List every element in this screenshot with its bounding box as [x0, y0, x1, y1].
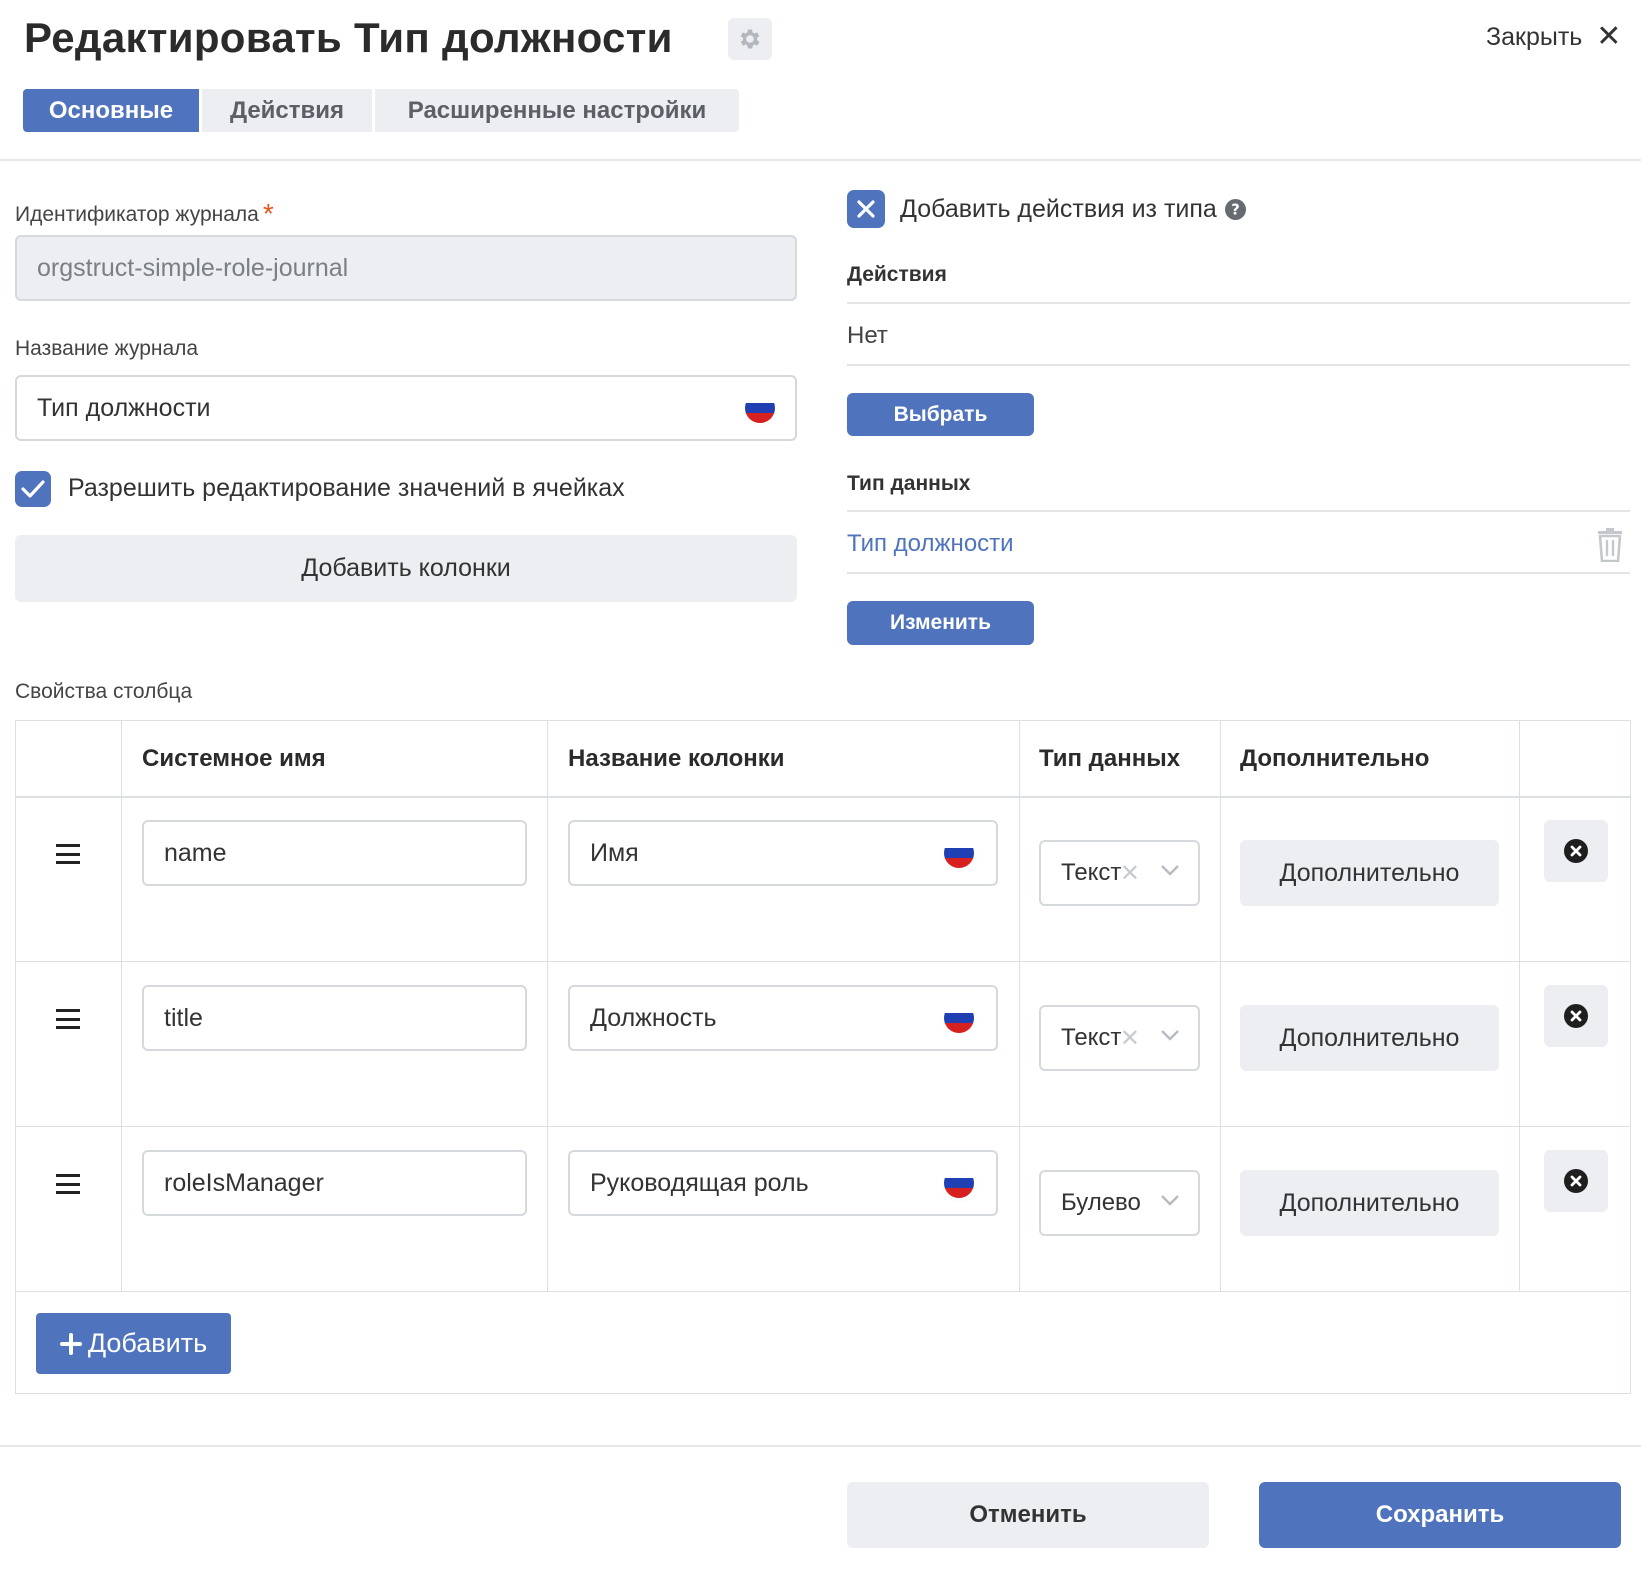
col-sep	[1519, 721, 1520, 1292]
tab-advanced-settings[interactable]: Расширенные настройки	[375, 89, 739, 132]
drag-handle-icon[interactable]	[56, 844, 80, 864]
help-icon[interactable]: ?	[1224, 199, 1246, 220]
column-properties-label: Свойства столбца	[15, 680, 193, 703]
header-data-type: Тип данных	[1039, 745, 1181, 772]
remove-row-button[interactable]	[1544, 1150, 1608, 1212]
close-button[interactable]: Закрыть ✕	[1486, 22, 1621, 52]
journal-id-label-text: Идентификатор журнала	[15, 203, 259, 226]
journal-name-value: Тип должности	[37, 393, 211, 422]
header-additional: Дополнительно	[1240, 745, 1430, 772]
trash-icon[interactable]	[1597, 528, 1623, 562]
system-name-input[interactable]: title	[142, 985, 527, 1051]
remove-row-button[interactable]	[1544, 820, 1608, 882]
data-type-top-line	[847, 510, 1630, 512]
row-sep	[16, 1291, 1630, 1292]
journal-name-field[interactable]: Тип должности	[15, 375, 797, 441]
drag-handle-icon[interactable]	[56, 1174, 80, 1194]
tab-main[interactable]: Основные	[23, 89, 199, 132]
tab-bar: Основные Действия Расширенные настройки	[23, 89, 739, 132]
column-name-input[interactable]: Имя	[568, 820, 998, 886]
tab-actions[interactable]: Действия	[202, 89, 372, 132]
close-icon: ✕	[1596, 20, 1622, 53]
remove-circle-icon	[1564, 1169, 1588, 1193]
data-type-bottom-line	[847, 572, 1630, 574]
allow-edit-checkbox[interactable]	[15, 471, 51, 507]
add-columns-button[interactable]: Добавить колонки	[15, 535, 797, 602]
row-sep	[16, 1126, 1630, 1127]
journal-id-value: orgstruct-simple-role-journal	[37, 253, 349, 282]
add-column-label: Добавить	[87, 1328, 208, 1358]
page-title: Редактировать Тип должности	[24, 14, 673, 61]
flag-ru-icon[interactable]	[745, 393, 775, 423]
column-name-input[interactable]: Должность	[568, 985, 998, 1051]
data-type-select[interactable]: Булево	[1039, 1170, 1200, 1236]
add-actions-from-type-checkbox[interactable]	[847, 190, 885, 228]
col-sep	[1019, 721, 1020, 1292]
remove-row-button[interactable]	[1544, 985, 1608, 1047]
columns-table: Системное имя Название колонки Тип данны…	[15, 720, 1631, 1394]
required-mark: *	[262, 198, 274, 229]
allow-edit-label: Разрешить редактирование значений в ячей…	[68, 474, 625, 502]
flag-ru-icon[interactable]	[944, 838, 974, 868]
column-name-value: Должность	[590, 1003, 717, 1032]
header-sep	[16, 796, 1630, 798]
col-sep	[121, 721, 122, 1292]
data-type-select-value: Текст	[1061, 859, 1122, 886]
journal-id-field: orgstruct-simple-role-journal	[15, 235, 797, 301]
remove-circle-icon	[1564, 839, 1588, 863]
system-name-input[interactable]: name	[142, 820, 527, 886]
column-name-input[interactable]: Руководящая роль	[568, 1150, 998, 1216]
additional-button[interactable]: Дополнительно	[1240, 1170, 1499, 1236]
header-column-name: Название колонки	[568, 745, 785, 772]
col-sep	[547, 721, 548, 1292]
clear-icon[interactable]: ✕	[1120, 859, 1140, 888]
journal-name-label: Название журнала	[15, 337, 199, 360]
data-type-select[interactable]: Текст ✕	[1039, 1005, 1200, 1071]
x-check-icon	[857, 200, 875, 218]
actions-top-line	[847, 302, 1630, 304]
row-sep	[16, 961, 1630, 962]
data-type-label: Тип данных	[847, 472, 971, 495]
header-system-name: Системное имя	[142, 745, 326, 772]
save-button[interactable]: Сохранить	[1259, 1482, 1621, 1548]
system-name-input[interactable]: roleIsManager	[142, 1150, 527, 1216]
chevron-down-icon	[1161, 1195, 1179, 1206]
change-button[interactable]: Изменить	[847, 601, 1034, 645]
add-actions-from-type-label: Добавить действия из типа	[900, 195, 1217, 223]
additional-button[interactable]: Дополнительно	[1240, 1005, 1499, 1071]
flag-ru-icon[interactable]	[944, 1003, 974, 1033]
chevron-down-icon	[1161, 865, 1179, 876]
column-name-value: Руководящая роль	[590, 1168, 809, 1197]
add-column-button[interactable]: Добавить	[36, 1313, 231, 1374]
add-actions-from-type-row: Добавить действия из типа ?	[900, 195, 1246, 224]
actions-bottom-line	[847, 364, 1630, 366]
close-label: Закрыть	[1486, 22, 1583, 51]
cancel-button[interactable]: Отменить	[847, 1482, 1209, 1548]
svg-text:?: ?	[1231, 202, 1240, 219]
chevron-down-icon	[1161, 1030, 1179, 1041]
flag-ru-icon[interactable]	[944, 1168, 974, 1198]
remove-circle-icon	[1564, 1004, 1588, 1028]
actions-label: Действия	[847, 263, 947, 286]
journal-id-label: Идентификатор журнала *	[15, 196, 274, 229]
actions-value: Нет	[847, 322, 888, 349]
col-sep	[1220, 721, 1221, 1292]
column-name-value: Имя	[590, 838, 639, 867]
clear-icon[interactable]: ✕	[1120, 1024, 1140, 1053]
data-type-link[interactable]: Тип должности	[847, 530, 1014, 558]
check-icon	[21, 480, 45, 498]
header-divider	[0, 159, 1641, 161]
settings-button[interactable]	[728, 18, 772, 60]
data-type-select[interactable]: Текст ✕	[1039, 840, 1200, 906]
choose-button[interactable]: Выбрать	[847, 393, 1034, 436]
data-type-select-value: Булево	[1061, 1189, 1141, 1216]
drag-handle-icon[interactable]	[56, 1009, 80, 1029]
footer-divider	[0, 1445, 1641, 1447]
plus-icon	[59, 1332, 82, 1355]
data-type-select-value: Текст	[1061, 1024, 1122, 1051]
gear-icon	[740, 29, 760, 49]
additional-button[interactable]: Дополнительно	[1240, 840, 1499, 906]
